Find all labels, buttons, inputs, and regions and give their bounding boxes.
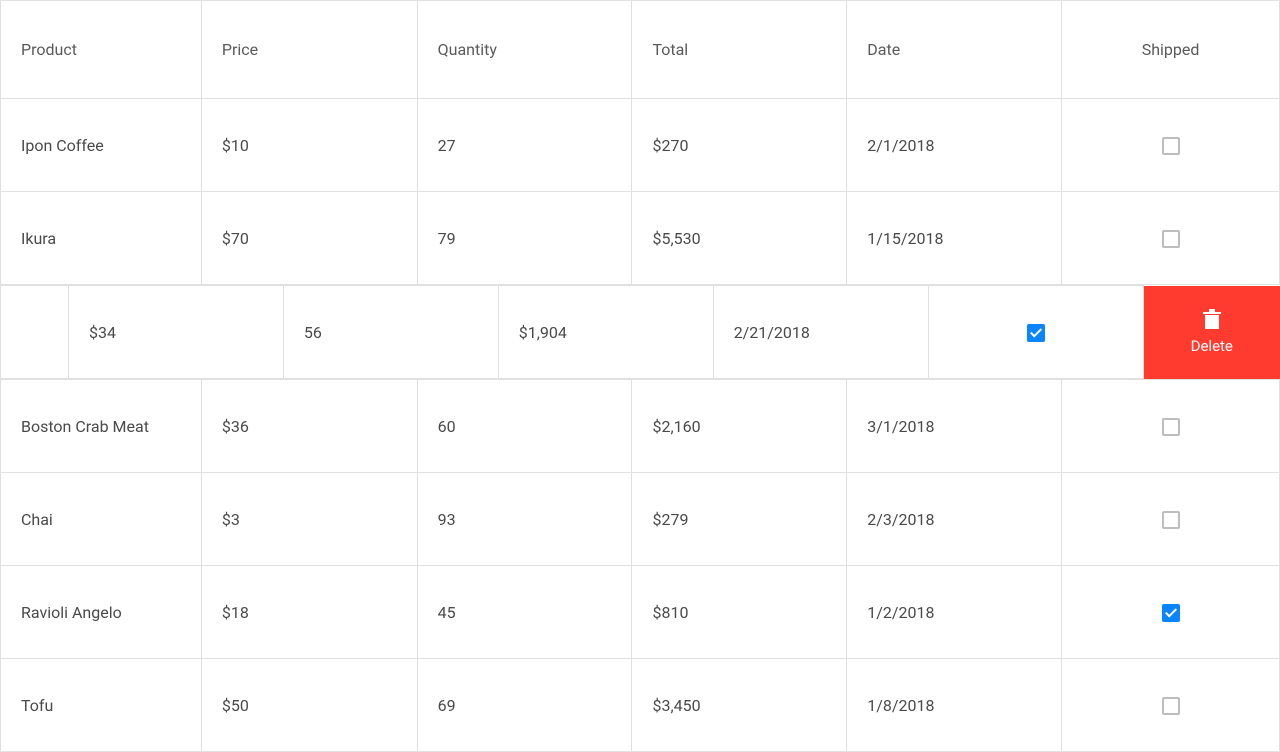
header-date[interactable]: Date [847, 1, 1062, 99]
cell-price: $10 [201, 99, 417, 192]
cell-quantity: 45 [417, 566, 632, 659]
cell-shipped [1062, 380, 1280, 473]
cell-date: 2/21/2018 [713, 286, 928, 379]
header-product[interactable]: Product [1, 1, 202, 99]
cell-total: $810 [632, 566, 847, 659]
cell-product: Boston Crab Meat [1, 380, 202, 473]
cell-quantity: 79 [417, 192, 632, 285]
cell-product: Ipon Coffee [1, 99, 202, 192]
delete-label: Delete [1191, 337, 1233, 355]
cell-price: $36 [201, 380, 417, 473]
shipped-checkbox[interactable] [1162, 418, 1180, 436]
table-header-row: Product Price Quantity Total Date Shippe… [1, 1, 1280, 99]
shipped-checkbox[interactable] [1162, 230, 1180, 248]
products-table-continued: Boston Crab Meat $36 60 $2,160 3/1/2018 … [0, 379, 1280, 752]
delete-button[interactable]: Delete [1144, 286, 1280, 379]
shipped-checkbox[interactable] [1162, 697, 1180, 715]
cell-quantity: 27 [417, 99, 632, 192]
cell-shipped [928, 286, 1143, 379]
cell-price: $3 [201, 473, 417, 566]
shipped-checkbox[interactable] [1162, 604, 1180, 622]
cell-quantity: 56 [283, 286, 498, 379]
cell-price: $50 [201, 659, 417, 752]
cell-date: 1/8/2018 [847, 659, 1062, 752]
cell-product: Ikura [1, 192, 202, 285]
table-row[interactable]: Ravioli Angelo $18 45 $810 1/2/2018 [1, 566, 1280, 659]
cell-date: 1/15/2018 [847, 192, 1062, 285]
trash-icon [1203, 309, 1221, 329]
products-table: Product Price Quantity Total Date Shippe… [0, 0, 1280, 285]
table-row[interactable]: Tofu $50 69 $3,450 1/8/2018 [1, 659, 1280, 752]
cell-quantity: 69 [417, 659, 632, 752]
table-row[interactable]: Ipon Coffee $10 27 $270 2/1/2018 [1, 99, 1280, 192]
cell-total: $5,530 [632, 192, 847, 285]
cell-shipped [1062, 192, 1280, 285]
cell-shipped [1062, 473, 1280, 566]
cell-product-shifted [1, 286, 69, 379]
table-row[interactable]: Boston Crab Meat $36 60 $2,160 3/1/2018 [1, 380, 1280, 473]
cell-date: 2/3/2018 [847, 473, 1062, 566]
cell-shipped [1062, 659, 1280, 752]
swiped-row-table: $34 56 $1,904 2/21/2018 Delete [0, 285, 1280, 379]
cell-price: $34 [68, 286, 283, 379]
table-row[interactable]: Ikura $70 79 $5,530 1/15/2018 [1, 192, 1280, 285]
cell-total: $279 [632, 473, 847, 566]
delete-action[interactable]: Delete [1143, 286, 1280, 379]
header-shipped[interactable]: Shipped [1062, 1, 1280, 99]
cell-date: 2/1/2018 [847, 99, 1062, 192]
cell-total: $3,450 [632, 659, 847, 752]
cell-total: $2,160 [632, 380, 847, 473]
shipped-checkbox[interactable] [1162, 511, 1180, 529]
header-total[interactable]: Total [632, 1, 847, 99]
cell-product: Tofu [1, 659, 202, 752]
shipped-checkbox[interactable] [1162, 137, 1180, 155]
cell-product: Ravioli Angelo [1, 566, 202, 659]
cell-quantity: 60 [417, 380, 632, 473]
cell-quantity: 93 [417, 473, 632, 566]
shipped-checkbox[interactable] [1027, 324, 1045, 342]
table-row[interactable]: Chai $3 93 $279 2/3/2018 [1, 473, 1280, 566]
cell-price: $70 [201, 192, 417, 285]
header-price[interactable]: Price [201, 1, 417, 99]
table-row-swiped[interactable]: $34 56 $1,904 2/21/2018 Delete [1, 286, 1280, 379]
cell-shipped [1062, 566, 1280, 659]
cell-product: Chai [1, 473, 202, 566]
cell-total: $1,904 [498, 286, 713, 379]
cell-price: $18 [201, 566, 417, 659]
cell-total: $270 [632, 99, 847, 192]
cell-date: 1/2/2018 [847, 566, 1062, 659]
cell-shipped [1062, 99, 1280, 192]
cell-date: 3/1/2018 [847, 380, 1062, 473]
header-quantity[interactable]: Quantity [417, 1, 632, 99]
